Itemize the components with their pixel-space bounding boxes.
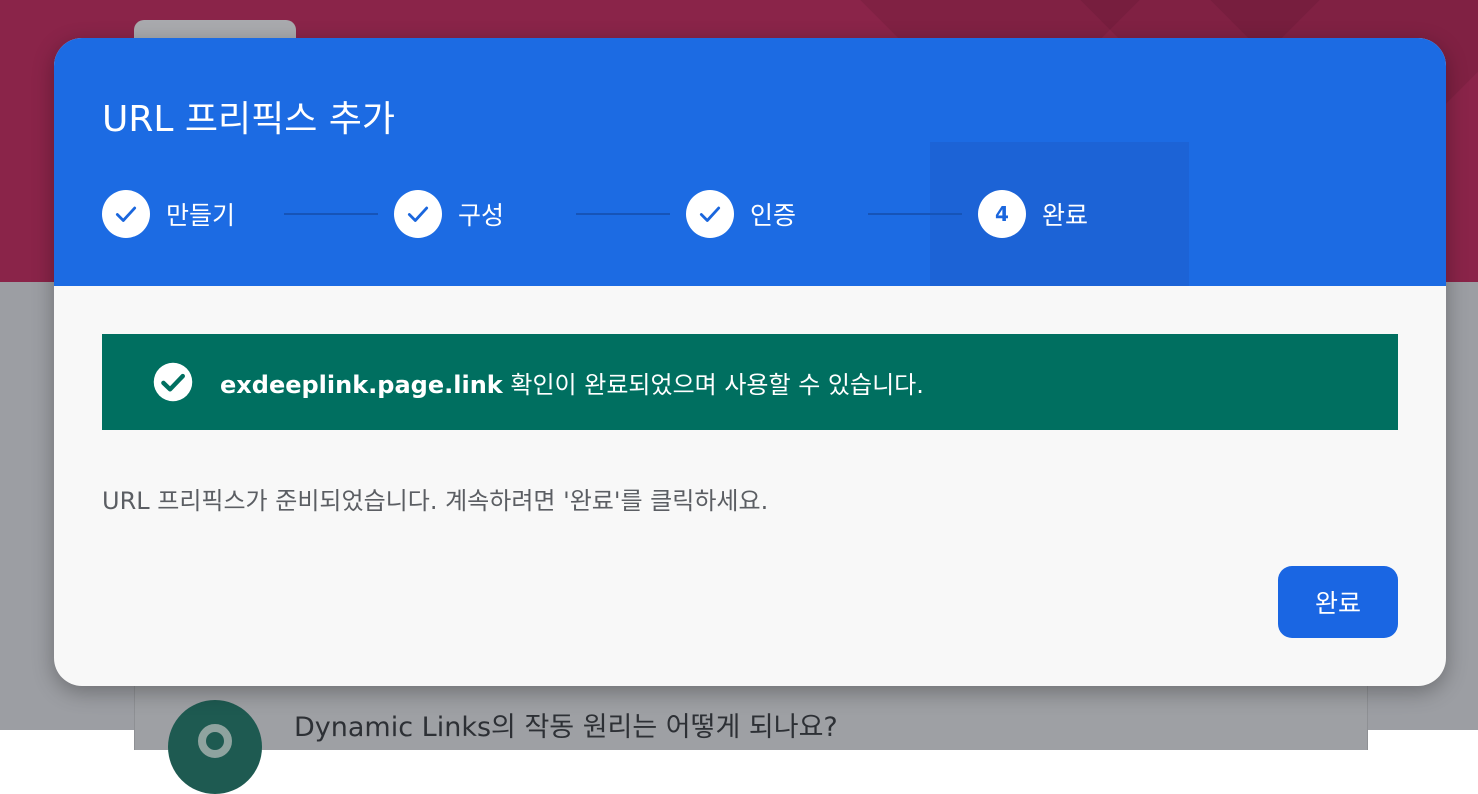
step-finish: 4 완료	[978, 190, 1088, 238]
success-message-text: 확인이 완료되었으며 사용할 수 있습니다.	[502, 370, 924, 399]
step-verify: 인증	[686, 190, 796, 238]
step-configure-circle	[394, 190, 442, 238]
verified-domain: exdeeplink.page.link	[220, 370, 503, 399]
step-configure-label: 구성	[458, 201, 505, 230]
background-card-icon	[198, 724, 232, 758]
add-url-prefix-dialog: URL 프리픽스 추가 만들기 구성 인증 4 완료 exdeeplink.pa…	[54, 38, 1446, 686]
step-finish-label: 완료	[1042, 201, 1089, 230]
dialog-header: URL 프리픽스 추가 만들기 구성 인증 4 완료	[54, 38, 1446, 286]
step-create: 만들기	[102, 190, 235, 238]
dialog-title: URL 프리픽스 추가	[102, 99, 396, 140]
step-verify-circle	[686, 190, 734, 238]
check-icon	[699, 206, 721, 222]
step-number: 4	[995, 202, 1009, 226]
check-icon	[407, 206, 429, 222]
step-connector	[868, 213, 962, 215]
step-create-label: 만들기	[166, 201, 236, 230]
background-card-title: Dynamic Links의 작동 원리는 어떻게 되나요?	[294, 712, 838, 743]
step-finish-circle: 4	[978, 190, 1026, 238]
success-message: exdeeplink.page.link 확인이 완료되었으며 사용할 수 있습…	[220, 365, 924, 400]
check-circle-icon	[153, 362, 193, 402]
done-button[interactable]: 완료	[1278, 566, 1398, 638]
step-create-circle	[102, 190, 150, 238]
dialog-description: URL 프리픽스가 준비되었습니다. 계속하려면 '완료'를 클릭하세요.	[102, 487, 769, 515]
check-icon	[115, 206, 137, 222]
success-banner: exdeeplink.page.link 확인이 완료되었으며 사용할 수 있습…	[102, 334, 1398, 430]
step-connector	[576, 213, 670, 215]
step-verify-label: 인증	[750, 201, 797, 230]
step-connector	[284, 213, 378, 215]
step-configure: 구성	[394, 190, 504, 238]
